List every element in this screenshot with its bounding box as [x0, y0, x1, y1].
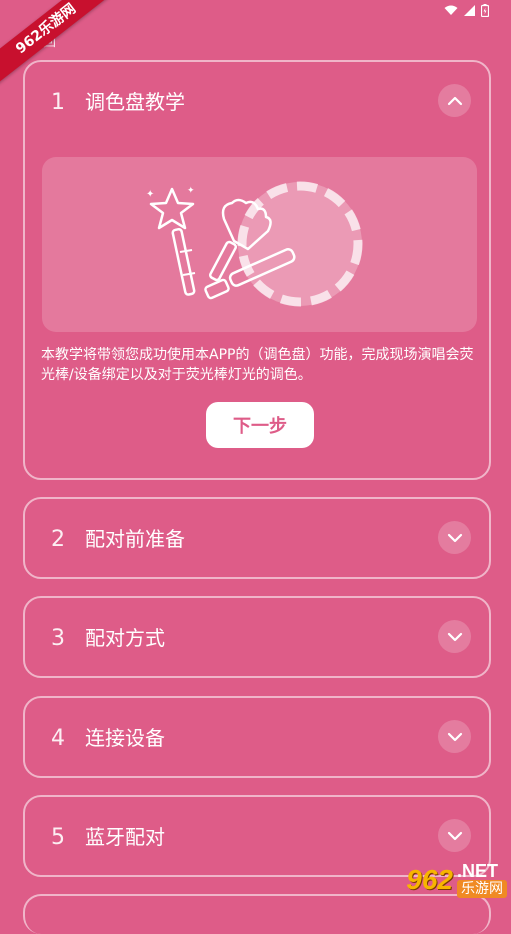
- step-header-2[interactable]: 2 配对前准备: [25, 499, 489, 577]
- palette-illustration: ✦ ✦: [42, 157, 477, 332]
- svg-text:✦: ✦: [187, 186, 195, 196]
- step-number: 1: [51, 90, 65, 115]
- watermark-text: .NET 乐游网: [457, 862, 507, 898]
- svg-text:✦: ✦: [146, 189, 154, 200]
- chevron-down-icon: [447, 632, 462, 641]
- step-number: 3: [51, 626, 65, 651]
- chevron-down-icon: [447, 732, 462, 741]
- expand-toggle[interactable]: [438, 819, 471, 852]
- chevron-up-icon: [447, 96, 462, 105]
- lightstick-illustration: ✦ ✦: [146, 181, 363, 307]
- step-title: 连接设备: [85, 726, 165, 750]
- site-watermark: 962 .NET 乐游网: [371, 858, 507, 902]
- step-description: 本教学将带领您成功使用本APP的（调色盘）功能，完成现场演唱会荧光棒/设备绑定以…: [41, 347, 474, 383]
- step-title: 配对前准备: [85, 527, 185, 551]
- signal-icon: [464, 5, 475, 16]
- next-step-button[interactable]: 下一步: [206, 402, 314, 448]
- chevron-down-icon: [447, 831, 462, 840]
- step-header-4[interactable]: 4 连接设备: [25, 698, 489, 776]
- step-card-2[interactable]: 2 配对前准备: [23, 497, 491, 579]
- expand-toggle[interactable]: [438, 521, 471, 554]
- expand-toggle[interactable]: [438, 620, 471, 653]
- step-card-1: 1 调色盘教学 ✦ ✦ 本教学将带领您成功使用本APP的（调色盘）功能，完成现场…: [23, 60, 491, 480]
- watermark-domain: .NET: [457, 861, 499, 881]
- step-card-3[interactable]: 3 配对方式: [23, 596, 491, 678]
- step-header-3[interactable]: 3 配对方式: [25, 598, 489, 676]
- step-title: 调色盘教学: [85, 90, 185, 114]
- step-card-4[interactable]: 4 连接设备: [23, 696, 491, 778]
- step-number: 2: [51, 527, 65, 552]
- collapse-toggle[interactable]: [438, 84, 471, 117]
- chevron-down-icon: [447, 533, 462, 542]
- wifi-icon: [444, 5, 458, 15]
- expand-toggle[interactable]: [438, 720, 471, 753]
- step-number: 5: [51, 825, 65, 850]
- step-title: 配对方式: [85, 626, 165, 650]
- watermark-sub: 乐游网: [457, 880, 507, 898]
- step-title: 蓝牙配对: [85, 825, 165, 849]
- watermark-logo: 962: [406, 864, 453, 895]
- battery-icon: [481, 4, 489, 17]
- step-number: 4: [51, 726, 65, 751]
- status-icons: [444, 4, 489, 17]
- step-header-1[interactable]: 1 调色盘教学: [25, 62, 489, 140]
